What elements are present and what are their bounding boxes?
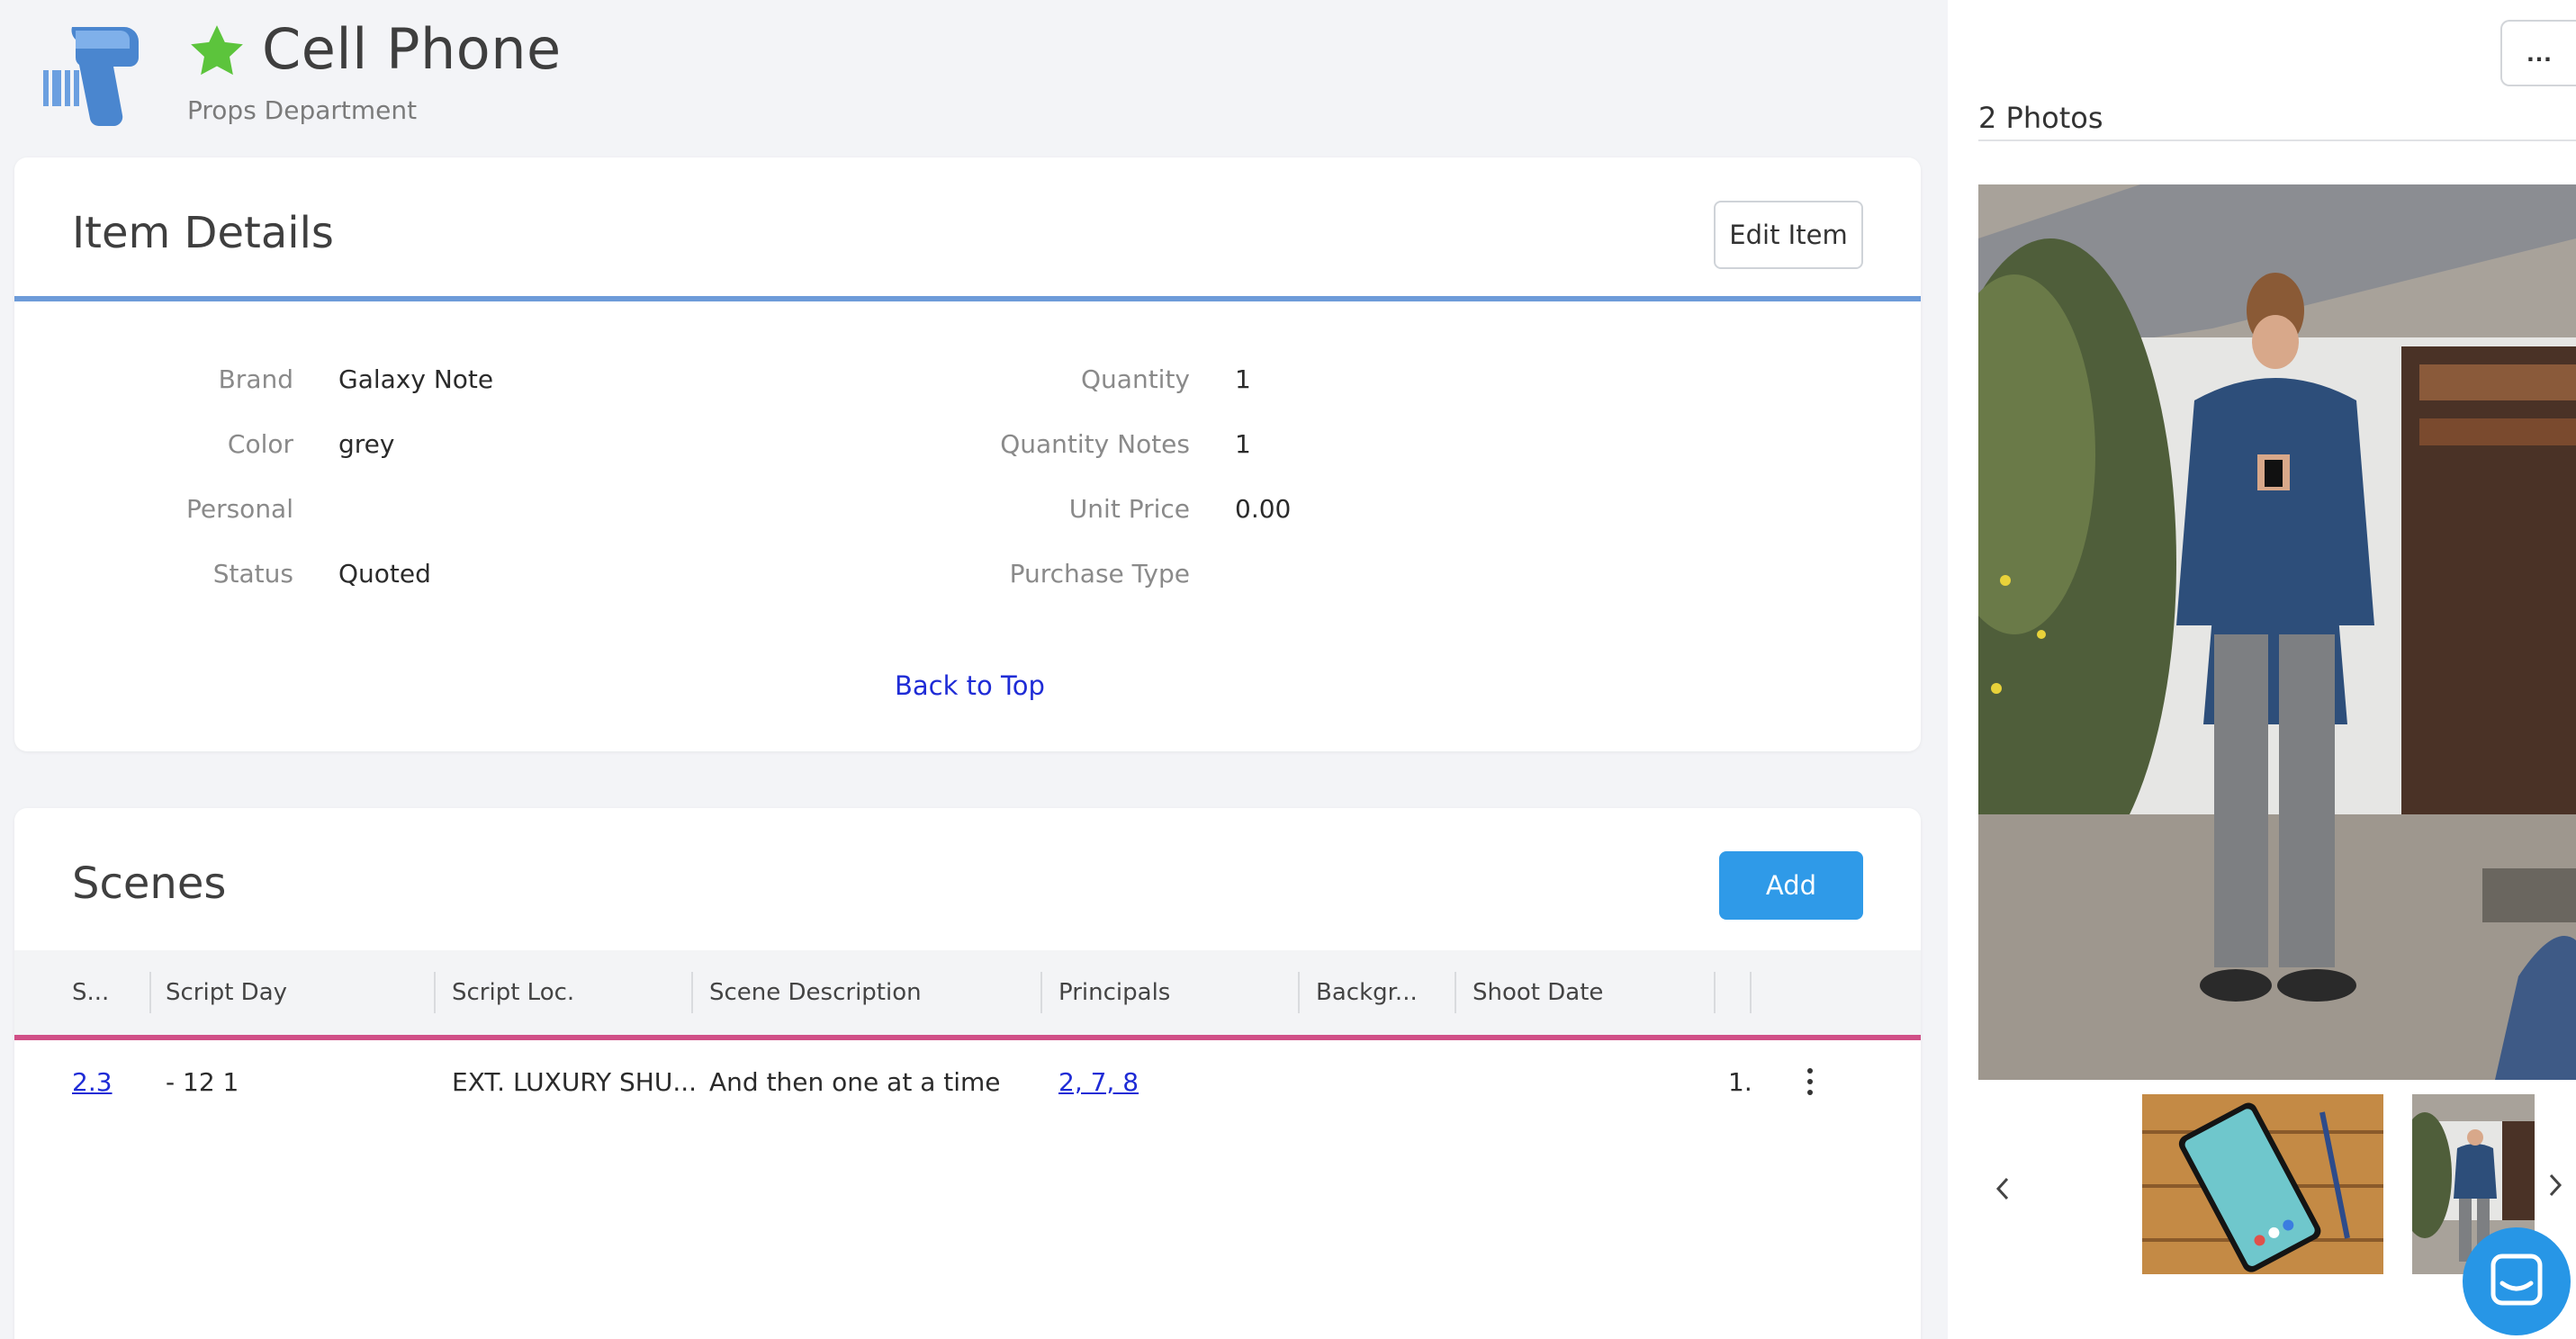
scene-number-link[interactable]: 2.3 <box>72 1067 113 1097</box>
column-script-loc[interactable]: Script Loc. <box>452 950 574 1035</box>
personal-label: Personal <box>185 494 293 524</box>
row-menu-icon[interactable] <box>1804 1064 1816 1100</box>
edit-item-button[interactable]: Edit Item <box>1714 201 1863 269</box>
photos-count-title: 2 Photos <box>1978 101 2103 135</box>
more-options-button[interactable]: … <box>2500 20 2576 86</box>
photo-phone-on-wood <box>2142 1094 2383 1274</box>
page-header: Cell Phone Props Department <box>0 0 1944 153</box>
photo-thumbnail[interactable] <box>2142 1094 2383 1274</box>
column-resize-handle[interactable] <box>1040 972 1042 1013</box>
details-divider <box>14 296 1921 301</box>
column-resize-handle[interactable] <box>1714 972 1716 1013</box>
scene-description-cell: And then one at a time <box>709 1067 1001 1097</box>
add-scene-button[interactable]: Add <box>1719 851 1863 920</box>
column-resize-handle[interactable] <box>1455 972 1456 1013</box>
column-background[interactable]: Backgr... <box>1316 950 1418 1035</box>
back-to-top-link[interactable]: Back to Top <box>895 670 1045 701</box>
chat-icon <box>2490 1254 2543 1306</box>
column-principals[interactable]: Principals <box>1058 950 1170 1035</box>
barcode-scanner-icon <box>43 27 139 127</box>
column-shoot-date[interactable]: Shoot Date <box>1473 950 1603 1035</box>
scenes-table-header: S... Script Day Script Loc. Scene Descri… <box>14 950 1921 1035</box>
scenes-title: Scenes <box>72 858 227 909</box>
quantity-value: 1 <box>1235 364 1251 394</box>
item-details-title: Item Details <box>72 208 334 258</box>
color-value: grey <box>338 429 395 459</box>
chevron-left-icon[interactable] <box>1993 1173 2014 1204</box>
photo-man-with-phone <box>1978 184 2576 1080</box>
column-resize-handle[interactable] <box>434 972 436 1013</box>
column-scene-description[interactable]: Scene Description <box>709 950 922 1035</box>
brand-value: Galaxy Note <box>338 364 494 394</box>
main-photo[interactable] <box>1978 184 2576 1080</box>
scenes-card: Scenes Add S... Script Day Script Loc. S… <box>14 808 1921 1339</box>
column-resize-handle[interactable] <box>691 972 693 1013</box>
scenes-table-divider <box>14 1035 1921 1040</box>
color-label: Color <box>227 429 293 459</box>
item-details-card: Item Details Edit Item Brand Galaxy Note… <box>14 157 1921 751</box>
brand-label: Brand <box>218 364 293 394</box>
department-label: Props Department <box>187 95 418 125</box>
script-location-cell: EXT. LUXURY SHU... <box>452 1067 698 1097</box>
extra-cell: 1. <box>1728 1067 1752 1097</box>
column-resize-handle[interactable] <box>1750 972 1752 1013</box>
status-value: Quoted <box>338 559 431 589</box>
column-scene[interactable]: S... <box>72 950 109 1035</box>
script-day-cell: - 12 1 <box>166 1067 239 1097</box>
status-label: Status <box>212 559 293 589</box>
page-title: Cell Phone <box>262 16 562 82</box>
quantity-notes-value: 1 <box>1235 429 1251 459</box>
column-script-day[interactable]: Script Day <box>166 950 287 1035</box>
purchase-type-label: Purchase Type <box>1009 559 1190 589</box>
principals-link[interactable]: 2, 7, 8 <box>1058 1067 1139 1097</box>
quantity-label: Quantity <box>1081 364 1190 394</box>
quantity-notes-label: Quantity Notes <box>1000 429 1190 459</box>
unit-price-value: 0.00 <box>1235 494 1292 524</box>
chevron-right-icon[interactable] <box>2544 1170 2565 1200</box>
photos-divider <box>1978 139 2576 141</box>
unit-price-label: Unit Price <box>1068 494 1190 524</box>
column-resize-handle[interactable] <box>149 972 151 1013</box>
chat-launcher-button[interactable] <box>2463 1227 2571 1335</box>
column-resize-handle[interactable] <box>1298 972 1300 1013</box>
favorite-star-icon[interactable] <box>185 22 248 81</box>
